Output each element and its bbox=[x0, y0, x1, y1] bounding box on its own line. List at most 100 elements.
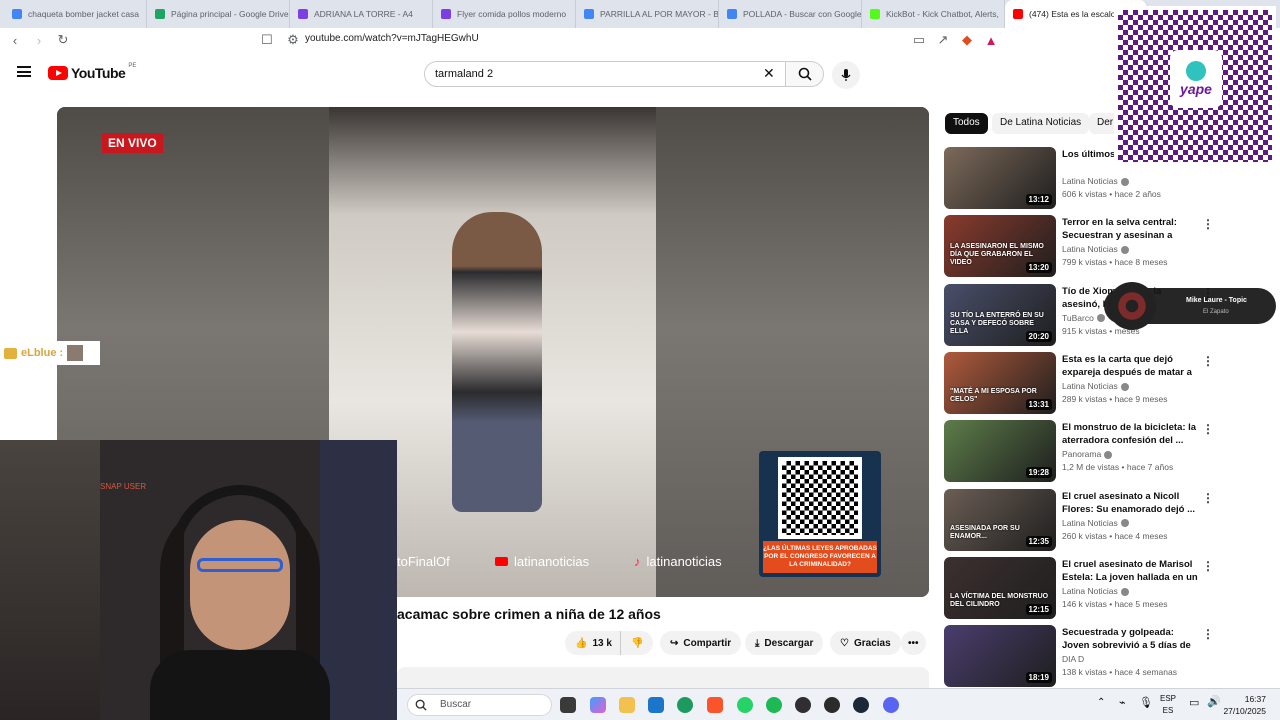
video-meta: 138 k vistas • hace 4 semanas bbox=[1062, 667, 1177, 678]
search-input[interactable]: tarmaland 2 bbox=[424, 61, 786, 87]
browser-tab[interactable]: KickBot - Kick Chatbot, Alerts, bbox=[862, 0, 1005, 28]
recommendation-item[interactable]: ASESINADA POR SU ENAMOR... 12:35 El crue… bbox=[944, 488, 1214, 553]
search-button[interactable] bbox=[786, 61, 824, 87]
share-arrow-icon: ↪ bbox=[670, 637, 679, 649]
share-icon[interactable]: ↗ bbox=[934, 31, 952, 49]
voice-search-button[interactable] bbox=[832, 61, 860, 89]
bookmark-icon[interactable]: ☐ bbox=[258, 31, 276, 49]
video-thumbnail[interactable]: SU TÍO LA ENTERRÓ EN SU CASA Y DEFECÓ SO… bbox=[944, 283, 1056, 346]
video-thumbnail[interactable]: 18:19 bbox=[944, 625, 1056, 688]
spotify-icon[interactable] bbox=[766, 697, 782, 713]
canva-favicon-icon bbox=[441, 9, 451, 19]
volume-icon[interactable]: 🔊 bbox=[1207, 695, 1221, 708]
taskbar-search[interactable]: Buscar bbox=[407, 694, 552, 716]
chip-latina-noticias[interactable]: De Latina Noticias bbox=[992, 113, 1090, 134]
social-handle: toFinalOf bbox=[397, 554, 450, 569]
display-icon[interactable]: ▭ bbox=[1189, 696, 1199, 709]
vinyl-icon bbox=[1108, 282, 1156, 330]
more-vertical-icon[interactable]: ⋮ bbox=[1202, 354, 1214, 368]
video-title[interactable]: Esta es la carta que dejó expareja despu… bbox=[1062, 353, 1198, 379]
more-vertical-icon[interactable]: ⋮ bbox=[1202, 627, 1214, 641]
yape-logo: yape bbox=[1170, 50, 1222, 108]
channel-name[interactable]: TuBarco bbox=[1062, 313, 1105, 323]
thanks-button[interactable]: ♡ Gracias bbox=[830, 631, 901, 655]
copilot-icon[interactable] bbox=[590, 697, 606, 713]
channel-name[interactable]: DIA D bbox=[1062, 654, 1084, 664]
clock[interactable]: 16:37 27/10/2025 bbox=[1223, 693, 1266, 717]
chevron-up-icon[interactable]: ⌃ bbox=[1097, 697, 1105, 708]
video-thumbnail[interactable]: ASESINADA POR SU ENAMOR... 12:35 bbox=[944, 488, 1056, 551]
channel-name[interactable]: Latina Noticias bbox=[1062, 176, 1129, 186]
whatsapp-icon[interactable] bbox=[737, 697, 753, 713]
address-bar[interactable]: youtube.com/watch?v=mJTagHEGwhU bbox=[305, 33, 479, 44]
youtube-logo[interactable]: YouTube PE bbox=[48, 63, 136, 81]
browser-tab[interactable]: Página principal - Google Drive bbox=[147, 0, 290, 28]
file-explorer-icon[interactable] bbox=[619, 697, 635, 713]
back-icon[interactable]: ‹ bbox=[6, 31, 24, 49]
edge-icon[interactable] bbox=[677, 697, 693, 713]
chip-todos[interactable]: Todos bbox=[945, 113, 988, 134]
video-thumbnail[interactable]: 13:12 bbox=[944, 147, 1056, 209]
forward-icon[interactable]: › bbox=[30, 31, 48, 49]
video-title[interactable]: El cruel asesinato a Nicoll Flores: Su e… bbox=[1062, 490, 1198, 516]
brave-icon[interactable] bbox=[707, 697, 723, 713]
recommendation-item[interactable]: LA VÍCTIMA DEL MONSTRUO DEL CILINDRO 12:… bbox=[944, 556, 1214, 621]
more-vertical-icon[interactable]: ⋮ bbox=[1202, 559, 1214, 573]
browser-tab[interactable]: chaqueta bomber jacket casa bbox=[4, 0, 147, 28]
channel-name[interactable]: Latina Noticias bbox=[1062, 381, 1129, 391]
google-favicon-icon bbox=[727, 9, 737, 19]
tab-title: PARRILLA AL POR MAYOR - Bu bbox=[600, 9, 719, 19]
browser-tab[interactable]: ADRIANA LA TORRE - A4 bbox=[290, 0, 433, 28]
cast-icon[interactable]: ▭ bbox=[910, 31, 928, 49]
browser-tab[interactable]: Flyer comida pollos moderno bbox=[433, 0, 576, 28]
xbox-icon[interactable] bbox=[824, 697, 840, 713]
more-actions-button[interactable]: ••• bbox=[901, 631, 926, 655]
share-button[interactable]: ↪ Compartir bbox=[660, 631, 742, 655]
like-button[interactable]: 👍 13 k bbox=[565, 631, 622, 655]
verified-icon bbox=[1104, 450, 1113, 459]
discord-icon[interactable] bbox=[883, 697, 899, 713]
video-thumbnail[interactable]: "MATÉ A MI ESPOSA POR CELOS" 13:31 bbox=[944, 351, 1056, 414]
video-thumbnail[interactable]: LA VÍCTIMA DEL MONSTRUO DEL CILINDRO 12:… bbox=[944, 556, 1056, 619]
recommendation-item[interactable]: "MATÉ A MI ESPOSA POR CELOS" 13:31 Esta … bbox=[944, 351, 1214, 416]
video-title[interactable]: Terror en la selva central: Secuestran y… bbox=[1062, 216, 1198, 242]
recommendation-item[interactable]: 18:19 Secuestrada y golpeada: Joven sobr… bbox=[944, 625, 1214, 689]
site-info-icon[interactable]: ⚙ bbox=[284, 31, 302, 49]
channel-name[interactable]: Panorama bbox=[1062, 449, 1113, 459]
tab-title: chaqueta bomber jacket casa bbox=[28, 9, 140, 19]
channel-name[interactable]: Latina Noticias bbox=[1062, 244, 1129, 254]
browser-tab[interactable]: PARRILLA AL POR MAYOR - Bu bbox=[576, 0, 719, 28]
video-duration: 13:20 bbox=[1025, 262, 1052, 274]
video-thumbnail[interactable]: 19:28 bbox=[944, 420, 1056, 483]
microphone-icon[interactable]: 🎙 bbox=[1139, 696, 1153, 709]
video-title[interactable]: Secuestrada y golpeada: Joven sobrevivió… bbox=[1062, 626, 1198, 652]
video-thumbnail[interactable]: LA ASESINARON EL MISMO DÍA QUE GRABARON … bbox=[944, 215, 1056, 278]
channel-name[interactable]: Latina Noticias bbox=[1062, 586, 1129, 596]
hamburger-menu-icon[interactable] bbox=[17, 66, 31, 77]
video-title[interactable]: El monstruo de la bicicleta: la aterrado… bbox=[1062, 421, 1198, 447]
language-indicator[interactable]: ESP ES bbox=[1160, 693, 1176, 717]
chat-overlay: eLblue : bbox=[0, 341, 100, 365]
store-icon[interactable] bbox=[648, 697, 664, 713]
recommendation-item[interactable]: 19:28 El monstruo de la bicicleta: la at… bbox=[944, 420, 1214, 484]
more-vertical-icon[interactable]: ⋮ bbox=[1202, 491, 1214, 505]
recommendation-item[interactable]: LA ASESINARON EL MISMO DÍA QUE GRABARON … bbox=[944, 215, 1214, 279]
now-playing-popup[interactable]: Mike Laure - Topic El Zapato bbox=[1104, 282, 1276, 330]
more-horizontal-icon: ••• bbox=[908, 637, 919, 649]
clear-search-icon[interactable]: ✕ bbox=[763, 65, 775, 82]
channel-name[interactable]: Latina Noticias bbox=[1062, 518, 1129, 528]
rewards-icon[interactable]: ▲ bbox=[982, 31, 1000, 49]
reload-icon[interactable]: ↻ bbox=[54, 31, 72, 49]
steam-icon[interactable] bbox=[853, 697, 869, 713]
download-button[interactable]: ⤓ Descargar bbox=[745, 631, 824, 655]
brave-shield-icon[interactable]: ◆ bbox=[958, 31, 976, 49]
browser-tab[interactable]: POLLADA - Buscar con Google bbox=[719, 0, 862, 28]
network-icon[interactable]: ⌁ bbox=[1119, 696, 1126, 709]
obs-icon[interactable] bbox=[795, 697, 811, 713]
description-box[interactable] bbox=[397, 667, 929, 688]
more-vertical-icon[interactable]: ⋮ bbox=[1202, 217, 1214, 231]
video-title[interactable]: El cruel asesinato de Marisol Estela: La… bbox=[1062, 558, 1198, 584]
task-view-icon[interactable] bbox=[560, 697, 576, 713]
dislike-button[interactable]: 👎 bbox=[620, 631, 654, 655]
more-vertical-icon[interactable]: ⋮ bbox=[1202, 422, 1214, 436]
